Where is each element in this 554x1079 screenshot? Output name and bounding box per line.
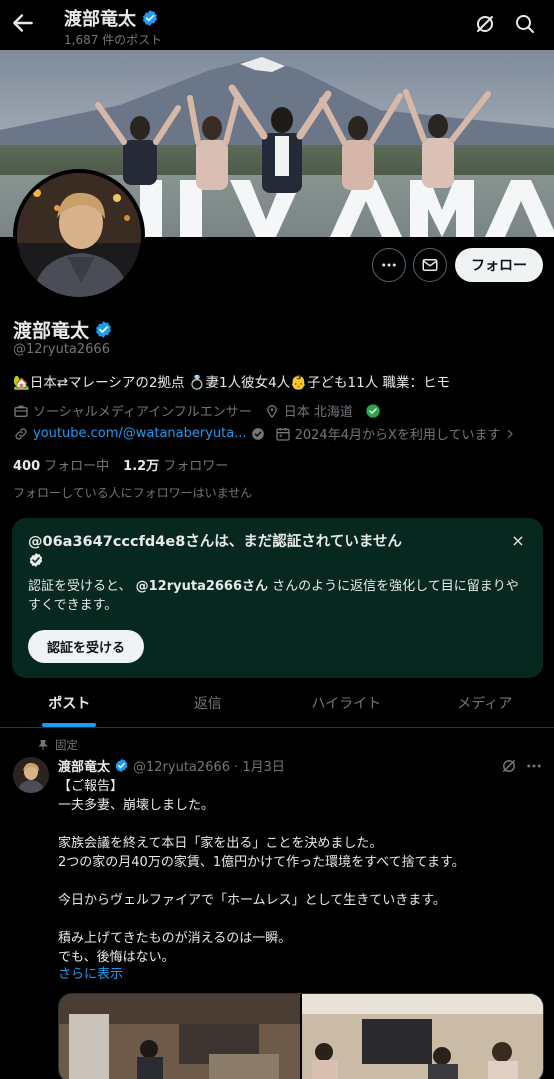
profile-meta-row-2: youtube.com/@watanaberyuta... 2024年4月からX… [13, 424, 528, 443]
pinned-indicator: 固定 [37, 737, 78, 753]
mutual-followers-note: フォローしている人にフォロワーはいません [13, 486, 253, 500]
category-text: ソーシャルメディアインフルエンサー [33, 405, 252, 420]
profile-handle: @12ryuta2666 [13, 342, 110, 357]
link-icon [15, 427, 27, 440]
verified-badge-icon [142, 10, 158, 26]
profile-avatar[interactable] [13, 169, 145, 301]
followers-link[interactable]: 1.2万 フォロワー [123, 455, 228, 474]
top-name-text: 渡部竜太 [64, 9, 136, 30]
joined-item[interactable]: 2024年4月からXを利用しています [275, 424, 517, 443]
tab-media-label: メディア [457, 696, 513, 712]
post-line: 今日からヴェルファイアで「ホームレス」として生きていきます。 [58, 893, 446, 908]
post-line: でも、後悔はない。 [58, 950, 175, 965]
post-header: 渡部竜太 @12ryuta2666 · 1月3日 [58, 756, 285, 775]
joined-text: 2024年4月からXを利用しています [294, 428, 501, 443]
profile-meta-row-1: ソーシャルメディアインフルエンサー 日本 北海道 [13, 401, 381, 420]
post-media-grid [58, 993, 544, 1079]
close-icon[interactable]: × [509, 532, 527, 550]
post-line: 家族会議を終えて本日「家を出る」ことを決めました。 [58, 836, 383, 851]
more-options-button[interactable] [372, 248, 406, 282]
briefcase-icon [14, 405, 28, 417]
verification-body-prefix: 認証を受けると、 [28, 579, 132, 594]
profile-tabs: ポスト 返信 ハイライト メディア [0, 684, 554, 728]
calendar-icon [275, 427, 290, 441]
tab-replies-label: 返信 [193, 696, 222, 712]
pinned-label: 固定 [55, 738, 78, 752]
post-image-1[interactable] [59, 994, 300, 1079]
tab-posts[interactable]: ポスト [0, 684, 139, 727]
post-image-2[interactable] [302, 994, 543, 1079]
category-item: ソーシャルメディアインフルエンサー [13, 401, 252, 420]
follow-button[interactable]: フォロー [455, 248, 543, 282]
grok-icon[interactable] [473, 12, 497, 36]
location-text: 日本 北海道 [283, 405, 353, 420]
verification-body-handle: @12ryuta2666さん [135, 579, 269, 594]
verification-title-text: @06a3647cccfd4e8さんは、まだ認証されていません [28, 534, 402, 550]
back-arrow-icon[interactable] [10, 10, 36, 36]
chevron-right-icon [508, 429, 514, 438]
top-profile-name: 渡部竜太 [64, 5, 159, 31]
profile-bio: 🏡日本⇄マレーシアの2拠点 💍妻1人彼女4人👶子ども11人 職業：ヒモ [13, 375, 450, 391]
tab-highlights[interactable]: ハイライト [277, 684, 416, 727]
following-link[interactable]: 400 フォロー中 [13, 455, 109, 474]
post-handle-date[interactable]: @12ryuta2666 · 1月3日 [133, 756, 285, 775]
post-author-avatar[interactable] [13, 757, 49, 793]
profile-name: 渡部竜太 [13, 316, 113, 343]
get-verified-button[interactable]: 認証を受ける [28, 630, 144, 663]
post-body: 【ご報告】 一夫多妻、崩壊しました。 家族会議を終えて本日「家を出る」ことを決め… [58, 777, 538, 967]
post-line: 積み上げてきたものが消えるのは一瞬。 [58, 931, 292, 946]
post-line [58, 910, 538, 929]
tab-highlights-label: ハイライト [311, 696, 382, 712]
verified-badge-outline-icon [29, 553, 43, 567]
follow-stats: 400 フォロー中 1.2万 フォロワー [13, 455, 228, 474]
post-count: 1,687 件のポスト [64, 33, 163, 47]
show-more-link[interactable]: さらに表示 [58, 963, 123, 982]
green-check-icon [366, 403, 380, 418]
following-count: 400 [13, 459, 41, 474]
verified-badge-icon [115, 758, 128, 773]
tab-replies[interactable]: 返信 [139, 684, 278, 727]
active-tab-indicator [42, 723, 97, 727]
verification-body: 認証を受けると、 @12ryuta2666さん さんのように返信を強化して目に留… [28, 577, 528, 615]
verification-title: @06a3647cccfd4e8さんは、まだ認証されていません [28, 532, 488, 572]
location-item: 日本 北海道 [264, 401, 353, 420]
location-pin-icon [267, 404, 277, 418]
website-verified-icon [251, 427, 264, 440]
verification-prompt-card: @06a3647cccfd4e8さんは、まだ認証されていません × 認証を受ける… [12, 518, 543, 678]
top-bar: 渡部竜太 1,687 件のポスト [0, 0, 554, 50]
message-button[interactable] [413, 248, 447, 282]
post-line: 2つの家の月40万の家賃、1億円かけて作った環境をすべて捨てます。 [58, 855, 465, 870]
verified-badge-icon[interactable] [94, 320, 113, 339]
post-more-icon[interactable] [525, 757, 543, 775]
website-link[interactable]: youtube.com/@watanaberyuta... [33, 426, 247, 441]
pin-icon [38, 740, 48, 750]
tab-media[interactable]: メディア [416, 684, 554, 727]
profile-name-text: 渡部竜太 [13, 320, 90, 342]
search-icon[interactable] [513, 12, 537, 36]
following-label: フォロー中 [44, 459, 110, 474]
post-line: 一夫多妻、崩壊しました。 [58, 798, 215, 813]
followers-label: フォロワー [163, 459, 229, 474]
post-line [58, 815, 538, 834]
post-author-name[interactable]: 渡部竜太 [58, 756, 110, 775]
website-item[interactable]: youtube.com/@watanaberyuta... [13, 426, 247, 442]
followers-count: 1.2万 [123, 459, 160, 474]
grok-icon[interactable] [500, 757, 518, 775]
more-icon [382, 263, 396, 267]
tab-posts-label: ポスト [48, 696, 91, 712]
post-line [58, 872, 538, 891]
envelope-icon [422, 259, 438, 271]
post-line: 【ご報告】 [58, 779, 124, 794]
